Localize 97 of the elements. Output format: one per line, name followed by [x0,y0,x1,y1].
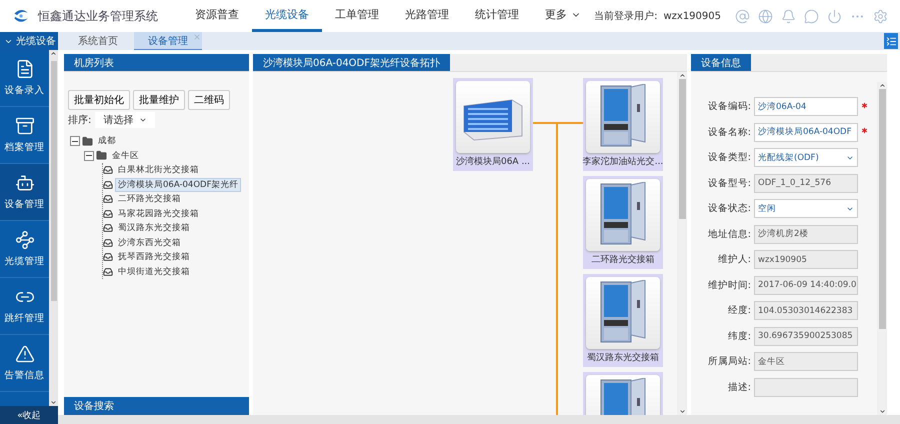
scroll-down-icon[interactable] [878,408,886,415]
scroll-up-icon[interactable] [678,72,686,79]
scrollbar[interactable] [677,72,687,415]
field-label: 维护人: [716,253,751,266]
tree-item[interactable]: 白果林北街光交接箱 [115,163,202,178]
tree-item[interactable]: 成都 [95,134,119,148]
field-label: 纬度: [726,330,751,343]
box-icon [103,238,113,248]
document-icon [14,59,34,79]
field-label: 所属局站: [706,355,751,368]
field-label: 设备型号: [706,176,751,190]
tree-item[interactable]: 抚琴西路光交接箱 [115,250,193,264]
field-label: 维护时间: [706,278,751,292]
input-field[interactable]: wzx190905 [754,250,858,270]
field-label: 设备名称: [706,126,751,139]
tree-item[interactable]: 中坝街道光交接箱 [115,264,193,279]
toolbar-button[interactable]: 批量维护 [133,90,185,110]
input-field[interactable]: 2017-06-09 14:40:09.0 [754,276,858,295]
input-field[interactable]: 金牛区 [754,352,858,372]
tree-toggle[interactable] [84,150,94,161]
scrollbar[interactable] [49,50,58,406]
panel-footer: 设备搜索 [64,397,249,415]
tree-item[interactable]: 沙湾东西光交箱 [115,236,184,250]
caret-icon [139,116,148,124]
input-field[interactable] [754,378,858,397]
tree-item[interactable]: 二环路光交接箱 [115,192,184,206]
select-field[interactable]: 空闲 [754,199,858,218]
box-icon [103,223,113,234]
input-field[interactable]: 沙湾06A-04 [754,97,858,116]
globe-icon[interactable] [758,8,773,24]
node-label: 沙湾模块局06A ... [456,156,530,168]
tree-item[interactable]: 马家花园路光交接箱 [115,206,202,221]
cabinet-icon [14,116,34,136]
collapse-button[interactable]: «收起 [0,406,58,424]
user-label: 当前登录用户: [594,10,658,23]
field-label: 设备状态: [706,202,751,216]
at-sign-icon[interactable] [735,8,750,24]
box-icon [103,266,113,277]
tree-toggle[interactable] [70,136,80,146]
page-tab[interactable]: 设备管理 [134,32,202,50]
scroll-up-icon[interactable] [50,50,57,57]
sort-label: 排序: [68,114,92,127]
nav-tab[interactable]: 工单管理 [322,0,392,32]
input-field[interactable]: ODF_1_0_12_576 [754,174,858,193]
node-label: 二环路光交接箱 [592,254,654,266]
input-field[interactable]: 沙湾模块局06A-04ODF [754,122,858,142]
settings-icon[interactable] [873,8,888,24]
app-title: 恒鑫通达业务管理系统 [38,8,158,24]
node-label: 李家沱加油站光交... [582,156,664,168]
folder-icon [82,136,93,147]
close-icon[interactable] [193,33,201,41]
scroll-up-icon[interactable] [878,82,886,89]
nav-tab[interactable]: 资源普查 [182,0,252,32]
menu-button[interactable] [884,33,898,49]
device-node[interactable]: 沙湾模块局06A ... [453,78,533,171]
chat-icon[interactable] [804,8,819,24]
scroll-down-icon[interactable] [678,408,686,415]
scroll-down-icon[interactable] [50,399,57,406]
toolbar-button[interactable]: 二维码 [188,90,230,110]
field-label: 设备编码: [706,100,751,114]
input-field[interactable]: 104.05303014622383 [754,301,858,320]
box-icon [103,208,113,219]
input-field[interactable]: 30.696735900253085 [754,326,858,346]
box-icon [103,180,113,190]
tree-item[interactable]: 沙湾模块局06A-04ODF架光纤 [115,178,242,192]
sort-select[interactable]: 请选择 [95,112,156,128]
route-icon [14,230,34,250]
nav-tab[interactable]: 统计管理 [462,0,532,32]
warning-icon [14,344,34,364]
node-label: 蜀汉路东光交接箱 [587,352,659,364]
nav-tab[interactable]: 光路管理 [392,0,462,32]
tree-item[interactable]: 蜀汉路东光交接箱 [115,221,193,236]
field-label: 经度: [726,304,751,318]
bell-icon[interactable] [781,8,796,24]
panel-title: 沙湾模块局06A-04ODF架光纤设备拓扑 [253,54,450,71]
nav-tab[interactable]: 更多 [532,0,594,32]
box-icon [103,165,113,176]
tree-item[interactable]: 金牛区 [109,148,142,163]
input-field[interactable]: 沙湾机房2楼 [754,224,858,244]
sidebar-item[interactable]: 设备管理 [0,164,49,221]
select-field[interactable]: 光配线架(ODF) [754,148,858,168]
toolbar-button[interactable]: 批量初始化 [68,90,130,110]
power-icon[interactable] [827,8,842,24]
field-label: 地址信息: [706,228,751,241]
sidebar-title: 光缆设备 [16,34,56,48]
device-node[interactable]: 蜀汉路东光交接箱 [583,274,663,367]
device-node[interactable]: 李家沱加油站光交... [583,78,663,171]
robot-icon [14,173,34,193]
field-label: 设备类型: [706,151,751,164]
box-icon [103,194,113,204]
device-node[interactable]: 二环路光交接箱 [583,176,663,269]
scrollbar[interactable] [877,82,887,415]
folder-icon [96,150,107,162]
panel-title: 设备信息 [691,54,751,71]
box-icon [103,252,113,262]
user-name: wzx190905 [663,10,721,22]
field-label: 描述: [726,380,751,394]
